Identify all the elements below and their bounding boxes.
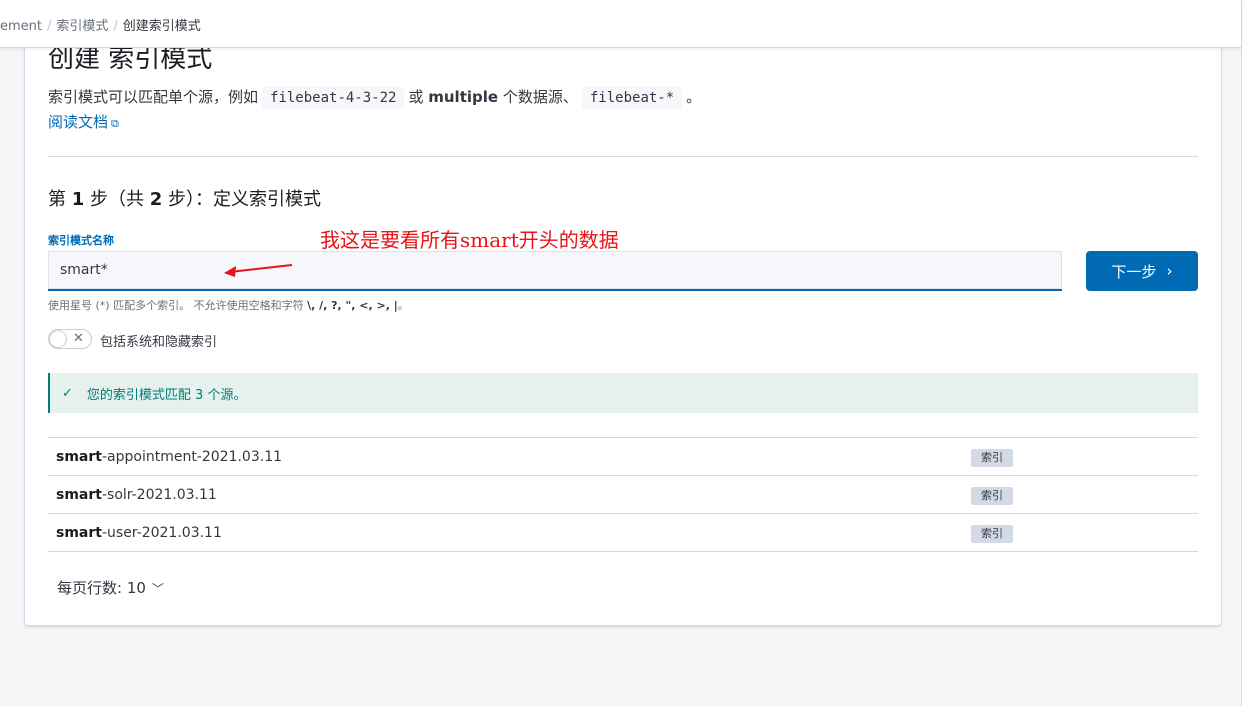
top-header: ement / 索引模式 / 创建索引模式 bbox=[0, 0, 1241, 48]
external-link-icon: ⧉ bbox=[111, 117, 119, 130]
index-name-rest: -solr-2021.03.11 bbox=[101, 487, 217, 503]
section-divider bbox=[48, 156, 1198, 157]
index-name-match: smart bbox=[56, 525, 102, 541]
match-success-callout: ✓ 您的索引模式匹配 3 个源。 bbox=[48, 373, 1198, 413]
index-name-match: smart bbox=[56, 487, 102, 503]
next-step-button[interactable]: 下一步 › bbox=[1086, 251, 1198, 291]
example-code-single: filebeat-4-3-22 bbox=[262, 87, 405, 109]
index-pattern-name-label: 索引模式名称 bbox=[48, 234, 114, 247]
cross-icon: ✕ bbox=[73, 331, 84, 346]
callout-text: 您的索引模式匹配 3 个源。 bbox=[86, 387, 247, 403]
index-name-rest: -appointment-2021.03.11 bbox=[101, 449, 283, 465]
table-row: smart-user-2021.03.11 索引 bbox=[48, 514, 1198, 552]
example-code-multiple: filebeat-* bbox=[581, 87, 683, 109]
step-number-current: 1 bbox=[71, 189, 85, 210]
table-row: smart-solr-2021.03.11 索引 bbox=[48, 476, 1198, 514]
index-name: smart-solr-2021.03.11 bbox=[56, 487, 217, 503]
next-step-label: 下一步 bbox=[1111, 262, 1157, 281]
step-text-1: 第 bbox=[48, 189, 66, 210]
annotation-note: 我这是要看所有smart开头的数据 bbox=[320, 228, 619, 252]
index-name-match: smart bbox=[56, 449, 102, 465]
annotation-arrow-icon bbox=[224, 264, 293, 277]
step-title: 第 1 步（共 2 步）：定义索引模式 bbox=[48, 185, 321, 211]
description-suffix: 。 bbox=[686, 88, 702, 106]
breadcrumb-item-management[interactable]: ement bbox=[0, 19, 42, 34]
toggle-knob bbox=[49, 330, 67, 348]
step-number-total: 2 bbox=[149, 189, 163, 210]
index-type-badge: 索引 bbox=[971, 525, 1013, 543]
breadcrumb-separator: / bbox=[47, 19, 52, 34]
description-bold: multiple bbox=[428, 88, 499, 106]
index-name: smart-user-2021.03.11 bbox=[56, 525, 222, 541]
step-text-2: 步（共 bbox=[90, 189, 144, 210]
index-type-badge: 索引 bbox=[971, 487, 1013, 505]
index-name: smart-appointment-2021.03.11 bbox=[56, 449, 282, 465]
help-text-suffix: 。 bbox=[397, 299, 409, 312]
check-icon: ✓ bbox=[62, 385, 73, 401]
page-description: 索引模式可以匹配单个源，例如 filebeat-4-3-22 或 multiple … bbox=[48, 86, 702, 109]
help-text-prefix: 使用星号 (*) 匹配多个索引。 不允许使用空格和字符 bbox=[48, 299, 304, 312]
read-docs-link[interactable]: 阅读文档 ⧉ bbox=[48, 111, 119, 132]
description-mid: 或 bbox=[408, 88, 424, 106]
rows-per-page-selector[interactable]: 每页行数: 10 ﹀ bbox=[57, 577, 164, 598]
breadcrumb: ement / 索引模式 / 创建索引模式 bbox=[0, 15, 201, 34]
index-type-badge: 索引 bbox=[971, 449, 1013, 467]
description-mid2: 个数据源、 bbox=[502, 88, 578, 106]
description-prefix: 索引模式可以匹配单个源，例如 bbox=[48, 88, 259, 106]
chevron-right-icon: › bbox=[1166, 262, 1173, 280]
include-hidden-toggle[interactable]: ✕ bbox=[48, 329, 92, 349]
breadcrumb-item-index-patterns[interactable]: 索引模式 bbox=[56, 19, 108, 34]
rows-per-page-label: 每页行数: 10 bbox=[57, 579, 146, 597]
chevron-down-icon: ﹀ bbox=[151, 582, 164, 596]
step-text-3: 步）：定义索引模式 bbox=[168, 189, 321, 210]
read-docs-label: 阅读文档 bbox=[48, 113, 109, 131]
index-pattern-name-input[interactable] bbox=[48, 251, 1062, 291]
table-row: smart-appointment-2021.03.11 索引 bbox=[48, 438, 1198, 476]
breadcrumb-separator: / bbox=[113, 19, 118, 34]
input-help-text: 使用星号 (*) 匹配多个索引。 不允许使用空格和字符 \, /, ?, ", … bbox=[48, 297, 409, 313]
index-name-rest: -user-2021.03.11 bbox=[101, 525, 222, 541]
matched-indices-table: smart-appointment-2021.03.11 索引 smart-so… bbox=[48, 437, 1198, 552]
page-scrollbar[interactable] bbox=[1241, 0, 1247, 706]
help-text-chars: \, /, ?, ", <, >, | bbox=[307, 299, 398, 312]
breadcrumb-item-create: 创建索引模式 bbox=[122, 19, 201, 34]
scrollbar-thumb[interactable] bbox=[1241, 0, 1247, 706]
include-hidden-label: 包括系统和隐藏索引 bbox=[100, 335, 218, 350]
